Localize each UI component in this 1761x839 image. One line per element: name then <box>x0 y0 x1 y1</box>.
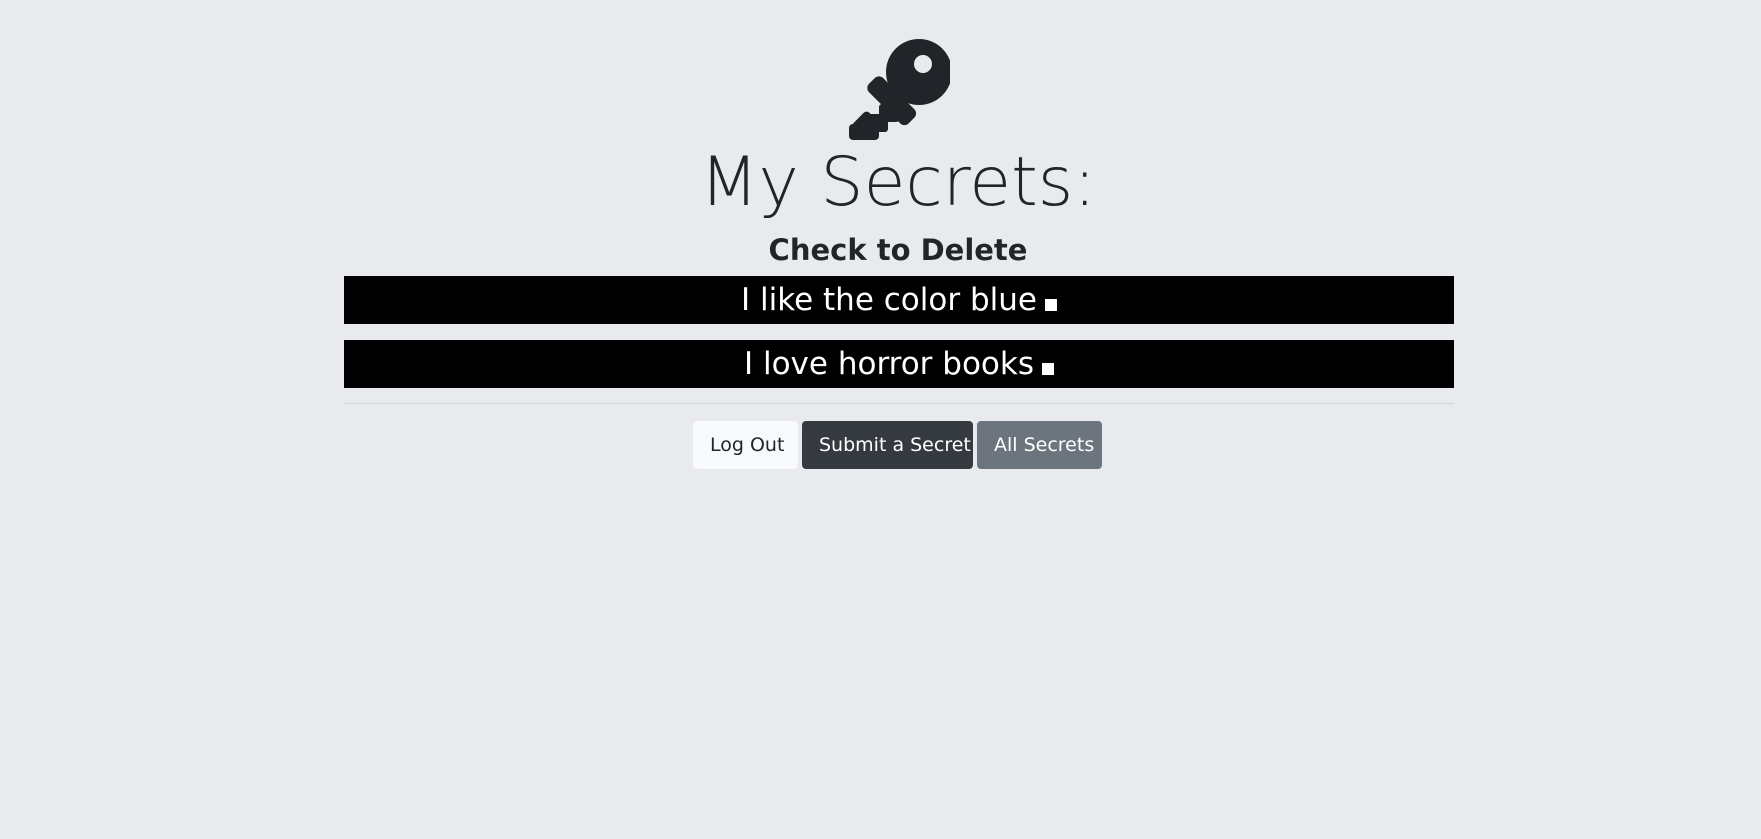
secret-text: I like the color blue <box>741 282 1037 318</box>
all-secrets-button[interactable]: All Secrets <box>977 421 1102 469</box>
secret-row: I like the color blue <box>344 276 1454 324</box>
logout-button[interactable]: Log Out <box>693 421 798 469</box>
submit-secret-button[interactable]: Submit a Secret <box>802 421 973 469</box>
divider <box>344 403 1454 404</box>
page: My Secrets: Check to Delete I like the c… <box>0 0 1761 839</box>
key-icon <box>846 38 950 142</box>
secret-text: I love horror books <box>743 346 1034 382</box>
page-subtitle: Check to Delete <box>768 233 1028 267</box>
page-title: My Secrets: <box>699 143 1097 222</box>
secret-row: I love horror books <box>344 340 1454 388</box>
delete-checkbox[interactable] <box>1044 299 1057 311</box>
delete-checkbox[interactable] <box>1042 363 1054 375</box>
action-buttons: Log Out Submit a Secret All Secrets <box>693 421 1102 469</box>
